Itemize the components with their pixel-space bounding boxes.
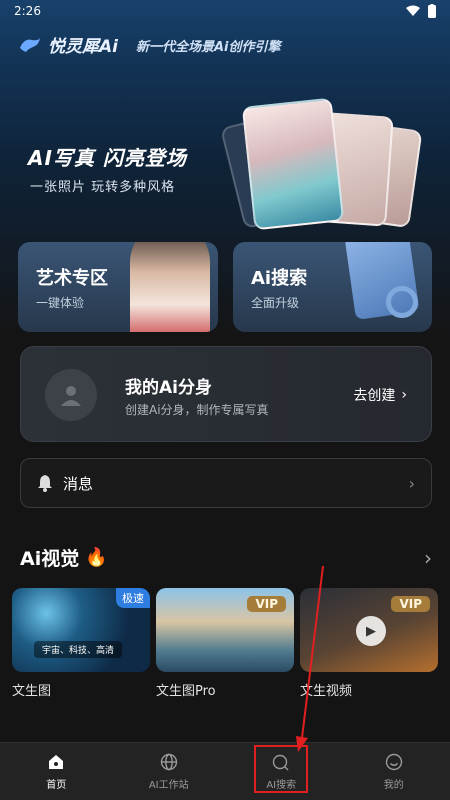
nav-home[interactable]: 首页 bbox=[0, 743, 113, 800]
ai-search-title: Ai搜索 bbox=[251, 268, 308, 289]
art-zone-card[interactable]: 艺术专区 一键体验 bbox=[18, 242, 218, 332]
art-zone-portrait-image bbox=[130, 242, 210, 332]
ai-search-subtitle: 全面升级 bbox=[251, 296, 300, 310]
status-icons bbox=[406, 4, 436, 18]
art-zone-subtitle: 一键体验 bbox=[36, 296, 85, 310]
fire-icon: 🔥 bbox=[85, 547, 108, 568]
home-icon bbox=[46, 752, 66, 772]
ai-clone-card[interactable]: 我的Ai分身 创建Ai分身，制作专属写真 去创建 › bbox=[20, 346, 432, 442]
play-icon: ▶ bbox=[356, 616, 386, 646]
globe-icon bbox=[159, 752, 179, 772]
nav-profile-label: 我的 bbox=[383, 780, 404, 791]
photo-card-front bbox=[241, 97, 345, 231]
nav-ai-workstation-label: AI工作站 bbox=[148, 780, 189, 791]
status-bar: 2:26 bbox=[0, 0, 450, 22]
smile-icon bbox=[384, 752, 404, 772]
avatar bbox=[45, 369, 97, 421]
brand-logo: 悦灵犀Ai bbox=[48, 37, 118, 57]
brand-tagline: 新一代全场景Ai创作引擎 bbox=[136, 40, 281, 55]
messages-label: 消息 bbox=[63, 474, 94, 493]
chevron-right-icon: › bbox=[401, 387, 407, 403]
battery-icon bbox=[428, 4, 436, 18]
create-clone-label: 去创建 bbox=[353, 388, 396, 404]
magnifier-icon bbox=[386, 286, 418, 318]
badge-vip: VIP bbox=[391, 596, 430, 612]
promo-title[interactable]: AI写真 闪亮登场 bbox=[28, 142, 187, 171]
ai-clone-title: 我的Ai分身 bbox=[125, 378, 212, 398]
nav-ai-search-label: AI搜索 bbox=[266, 780, 297, 791]
ai-visual-title-group: Ai视觉 🔥 bbox=[20, 544, 108, 571]
chevron-right-icon[interactable]: › bbox=[424, 546, 432, 570]
wifi-icon bbox=[406, 5, 420, 16]
ai-visual-tiles: 极速 宇宙、科技、高清 VIP VIP ▶ 文生图 文生图Pro 文生视频 bbox=[12, 588, 438, 699]
promo-photo-stack[interactable] bbox=[220, 97, 432, 240]
tile-label: 文生视频 bbox=[300, 684, 353, 699]
nav-ai-search[interactable]: AI搜索 bbox=[225, 743, 338, 800]
art-zone-title: 艺术专区 bbox=[36, 268, 108, 289]
ai-search-card[interactable]: Ai搜索 全面升级 bbox=[233, 242, 432, 332]
promo-subtitle: 一张照片 玩转多种风格 bbox=[30, 180, 176, 195]
tile-text-to-image-pro[interactable]: VIP bbox=[156, 588, 294, 672]
nav-home-label: 首页 bbox=[46, 780, 67, 791]
tile-text-to-image[interactable]: 极速 宇宙、科技、高清 bbox=[12, 588, 150, 672]
tile-label: 文生图Pro bbox=[156, 684, 216, 699]
badge-vip: VIP bbox=[247, 596, 286, 612]
section-title: Ai视觉 bbox=[20, 548, 80, 570]
bottom-navigation: 首页 AI工作站 AI搜索 我的 bbox=[0, 742, 450, 800]
badge-fast: 极速 bbox=[116, 588, 150, 608]
tile-text-to-video[interactable]: VIP ▶ bbox=[300, 588, 438, 672]
brand-logo-icon bbox=[20, 37, 40, 52]
nav-profile[interactable]: 我的 bbox=[338, 743, 450, 800]
ai-clone-subtitle: 创建Ai分身，制作专属写真 bbox=[125, 403, 269, 417]
nav-ai-workstation[interactable]: AI工作站 bbox=[113, 743, 226, 800]
chevron-right-icon: › bbox=[408, 473, 415, 493]
messages-row[interactable]: 消息 › bbox=[20, 458, 432, 508]
ai-search-icon bbox=[271, 752, 291, 772]
tile-caption: 宇宙、科技、高清 bbox=[34, 641, 123, 658]
tile-label: 文生图 bbox=[12, 684, 52, 699]
ai-visual-header: Ai视觉 🔥 › bbox=[20, 544, 432, 571]
status-time: 2:26 bbox=[14, 4, 41, 18]
bell-icon bbox=[38, 475, 52, 492]
create-clone-button[interactable]: 去创建 › bbox=[353, 385, 407, 405]
user-icon bbox=[61, 386, 81, 406]
brand: 悦灵犀Ai bbox=[18, 32, 118, 57]
